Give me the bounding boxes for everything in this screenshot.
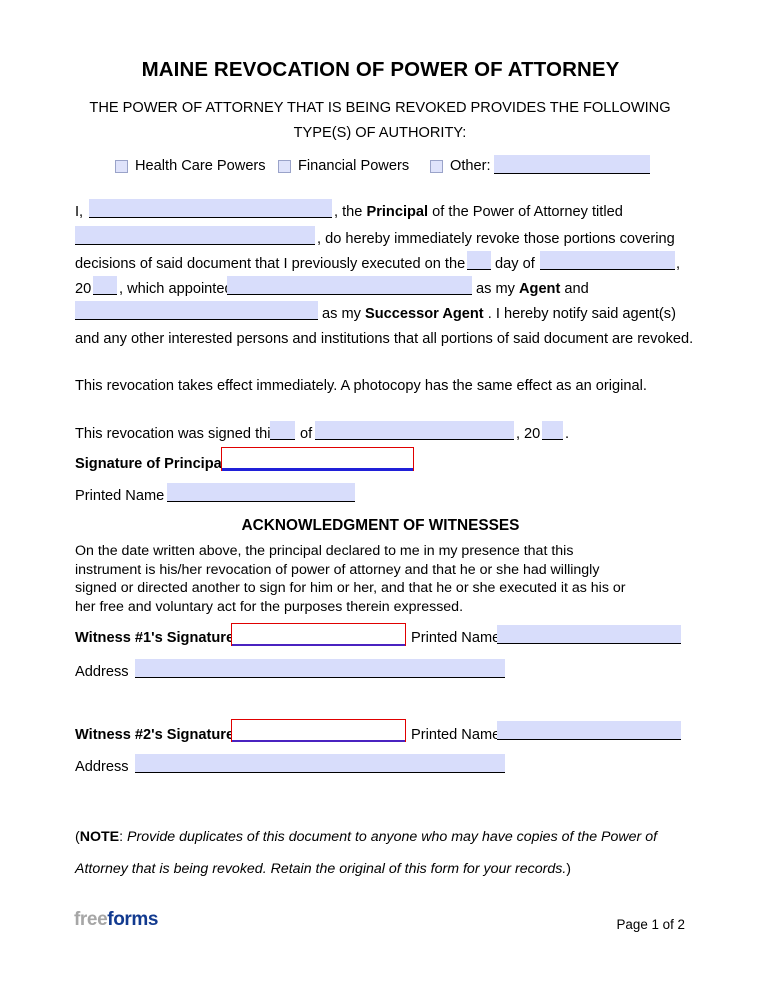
body-line-1-tail: of the Power of Attorney titled <box>432 204 623 220</box>
note-text-2: Attorney that is being revoked. Retain t… <box>75 861 567 877</box>
witness2-signature-input[interactable] <box>231 719 406 743</box>
checkbox-icon[interactable] <box>430 159 443 173</box>
execution-month-input[interactable] <box>540 251 675 270</box>
freeforms-logo: freeforms <box>74 909 158 931</box>
document-subtitle: THE POWER OF ATTORNEY THAT IS BEING REVO… <box>89 100 671 141</box>
signed-year-prefix: 20 <box>524 426 541 442</box>
logo-text-free: free <box>74 909 108 930</box>
document-page: MAINE REVOCATION OF POWER OF ATTORNEY TH… <box>0 0 761 982</box>
body-line-4-year-prefix: 20 <box>75 281 92 297</box>
effect-statement: This revocation takes effect immediately… <box>75 378 647 394</box>
witness1-address-input[interactable] <box>135 659 505 678</box>
agent-name-input[interactable] <box>227 276 472 295</box>
body-line-4-post: as my <box>476 281 515 297</box>
witness2-signature-label: Witness #2's Signature <box>75 727 235 743</box>
checkbox-icon[interactable] <box>115 159 128 173</box>
body-line-3-prefix: decisions of said document that I previo… <box>75 256 466 272</box>
checkbox-label-other: Other: <box>450 158 491 174</box>
page-title: MAINE REVOCATION OF POWER OF ATTORNEY <box>141 58 620 81</box>
witness-statement-line-4: her free and voluntary act for the purpo… <box>75 598 464 615</box>
body-line-3-mid: day of <box>495 256 535 272</box>
body-line-4-tail: and <box>564 281 589 297</box>
signature-of-principal-label: Signature of Principal <box>75 456 226 472</box>
agent-bold-label: Agent <box>518 281 561 297</box>
witness1-signature-input[interactable] <box>231 623 406 647</box>
body-line-1-comma: , the <box>334 204 363 220</box>
witness1-printed-name-input[interactable] <box>497 625 681 644</box>
witness2-address-label: Address <box>75 759 129 775</box>
witness-statement-line-1: On the date written above, the principal… <box>75 543 574 559</box>
body-line-4-suffix: as my Agent and <box>476 280 589 298</box>
witness1-signature-label: Witness #1's Signature <box>75 630 235 646</box>
successor-agent-bold-label: Successor Agent <box>364 306 484 322</box>
witness-section-heading: ACKNOWLEDGMENT OF WITNESSES <box>241 517 520 534</box>
signed-date-period: . <box>565 426 570 442</box>
body-line-4-prefix: , which appointed <box>119 281 233 297</box>
successor-agent-name-input[interactable] <box>75 301 318 320</box>
witness1-printed-name-label: Printed Name <box>411 630 501 646</box>
witness2-address-input[interactable] <box>135 754 505 773</box>
witness1-address-label: Address <box>75 664 129 680</box>
body-line-5-tail: . I hereby notify said agent(s) <box>487 306 676 322</box>
body-line-3-comma: , <box>676 256 681 272</box>
body-line-2: , do hereby immediately revoke those por… <box>317 231 675 247</box>
note-text-1: Provide duplicates of this document to a… <box>123 829 658 845</box>
witness-statement: On the date written above, the principal… <box>75 542 680 616</box>
execution-day-input[interactable] <box>467 251 491 270</box>
body-line-5-suffix: as my Successor Agent . I hereby notify … <box>322 305 676 323</box>
witness-statement-line-2: instrument is his/her revocation of powe… <box>75 561 600 578</box>
checkbox-icon[interactable] <box>278 159 291 173</box>
checkbox-financial-powers[interactable]: Financial Powers <box>278 158 409 174</box>
signed-year-input[interactable] <box>542 421 563 440</box>
signed-date-prefix: This revocation was signed this <box>75 426 278 442</box>
note-label: NOTE <box>79 829 120 845</box>
note-line-1: (NOTE: Provide duplicates of this docume… <box>75 829 657 845</box>
checkbox-label-health-care: Health Care Powers <box>135 158 266 174</box>
principal-printed-name-input[interactable] <box>167 483 355 502</box>
body-line-1-prefix: I, <box>75 204 84 220</box>
other-authority-input[interactable] <box>494 155 650 174</box>
witness2-printed-name-input[interactable] <box>497 721 681 740</box>
principal-bold-label: Principal <box>366 204 429 220</box>
body-line-1-suffix: , the Principal of the Power of Attorney… <box>334 203 623 221</box>
page-number: Page 1 of 2 <box>616 917 686 932</box>
poa-title-input[interactable] <box>75 226 315 245</box>
body-line-5-post: as my <box>322 306 361 322</box>
principal-name-input[interactable] <box>89 199 332 218</box>
checkbox-health-care-powers[interactable]: Health Care Powers <box>115 158 266 174</box>
witness2-printed-name-label: Printed Name <box>411 727 501 743</box>
signed-month-input[interactable] <box>315 421 514 440</box>
signed-date-comma: , <box>516 426 521 442</box>
body-line-6: and any other interested persons and ins… <box>75 331 694 347</box>
principal-printed-name-label: Printed Name <box>75 488 165 504</box>
checkbox-label-financial: Financial Powers <box>298 158 410 174</box>
logo-text-forms: forms <box>107 909 159 930</box>
principal-signature-input[interactable] <box>221 447 414 472</box>
signed-day-input[interactable] <box>270 421 295 440</box>
note-close-paren: ) <box>566 861 572 877</box>
signed-date-of: of <box>300 426 313 442</box>
checkbox-other[interactable]: Other: <box>430 158 491 174</box>
note-line-2: Attorney that is being revoked. Retain t… <box>75 861 571 877</box>
witness-statement-line-3: signed or directed another to sign for h… <box>75 580 626 597</box>
execution-year-input[interactable] <box>93 276 117 295</box>
